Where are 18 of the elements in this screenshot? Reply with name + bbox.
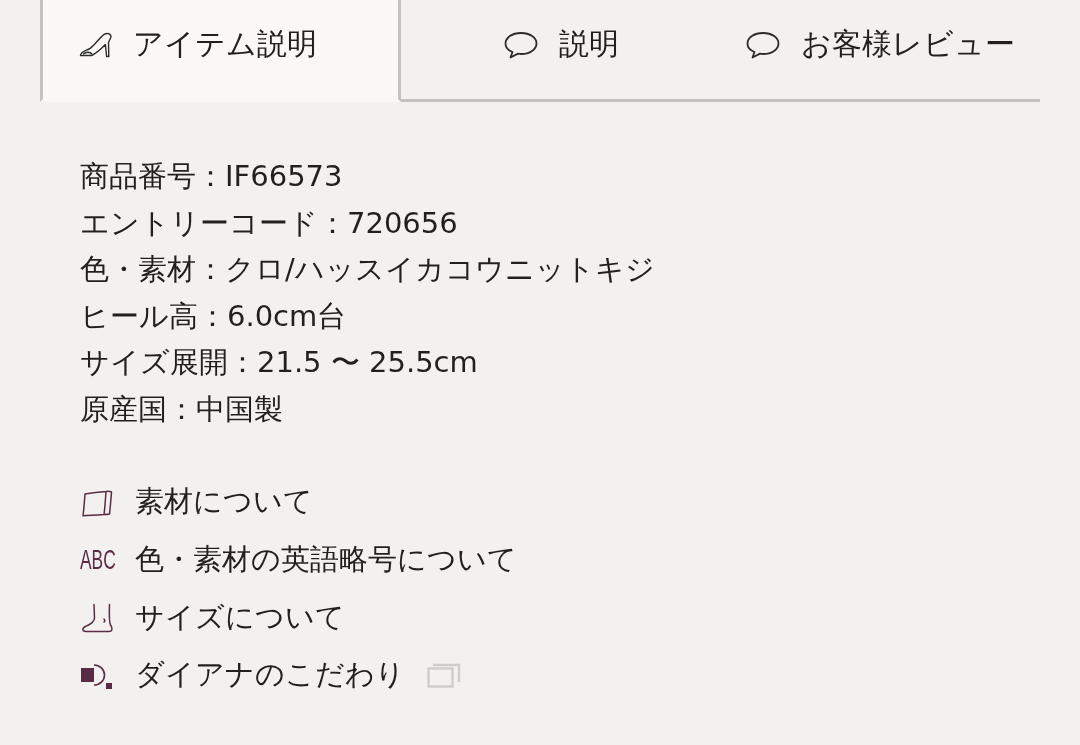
tab[interactable]: お客様レビュー bbox=[720, 0, 1040, 102]
tab[interactable]: 説明 bbox=[401, 0, 721, 102]
spec-text: 原産国：中国製 bbox=[80, 390, 284, 428]
tab[interactable]: アイテム説明 bbox=[40, 0, 402, 102]
spec-text: ヒール高：6.0cm台 bbox=[80, 297, 348, 335]
spec-text: 商品番号：IF66573 bbox=[80, 158, 344, 195]
info-link[interactable]: サイズについて bbox=[80, 588, 345, 647]
info-link[interactable]: ABC 色・素材の英語略号について bbox=[80, 531, 517, 589]
spec-text: サイズ展開：21.5 〜 25.5cm bbox=[80, 344, 479, 382]
high-heel-shoe-icon bbox=[79, 31, 113, 58]
spec-text: 色・素材：クロ/ハッスイカコウニットキジ bbox=[80, 251, 656, 289]
speech-bubble-icon bbox=[745, 30, 782, 59]
spec-text: エントリーコード：720656 bbox=[80, 204, 459, 242]
info-link[interactable]: ダイアナのこだわり bbox=[80, 646, 461, 704]
speech-bubble-icon bbox=[503, 30, 539, 59]
foot-icon bbox=[80, 602, 114, 633]
abc-letters-icon: ABC bbox=[80, 548, 116, 571]
info-link[interactable]: 素材について bbox=[80, 473, 313, 532]
